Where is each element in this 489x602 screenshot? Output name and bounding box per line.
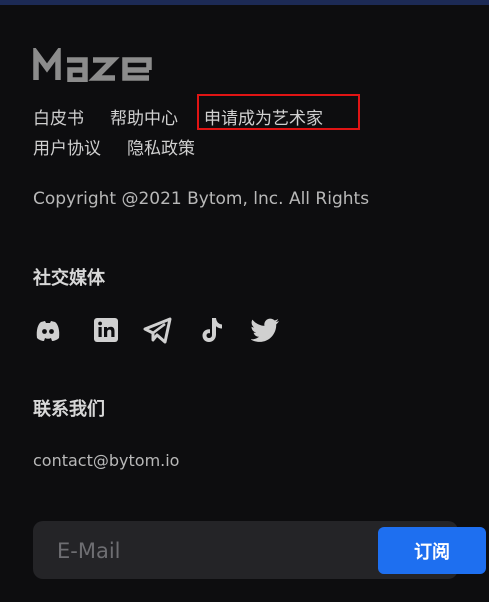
twitter-icon[interactable] — [251, 316, 281, 344]
help-center-link[interactable]: 帮助中心 — [110, 109, 178, 129]
copyright-text: Copyright @2021 Bytom, lnc. All Rights — [33, 189, 370, 209]
contact-email[interactable]: contact@bytom.io — [33, 451, 179, 470]
top-bar — [0, 0, 489, 5]
subscribe-button[interactable]: 订阅 — [378, 527, 486, 574]
telegram-icon[interactable] — [143, 316, 173, 344]
footer-links-row-2: 用户协议 隐私政策 — [33, 134, 195, 159]
privacy-policy-link[interactable]: 隐私政策 — [127, 139, 195, 159]
discord-icon[interactable] — [33, 316, 63, 344]
contact-us-title: 联系我们 — [33, 399, 105, 420]
email-input[interactable] — [55, 533, 379, 569]
linkedin-icon[interactable] — [91, 316, 121, 344]
whitepaper-link[interactable]: 白皮书 — [33, 109, 84, 129]
social-media-title: 社交媒体 — [33, 268, 105, 289]
maze-logo[interactable] — [33, 48, 155, 82]
tiktok-icon[interactable] — [198, 316, 228, 344]
user-agreement-link[interactable]: 用户协议 — [33, 139, 101, 159]
highlight-box — [197, 94, 360, 130]
